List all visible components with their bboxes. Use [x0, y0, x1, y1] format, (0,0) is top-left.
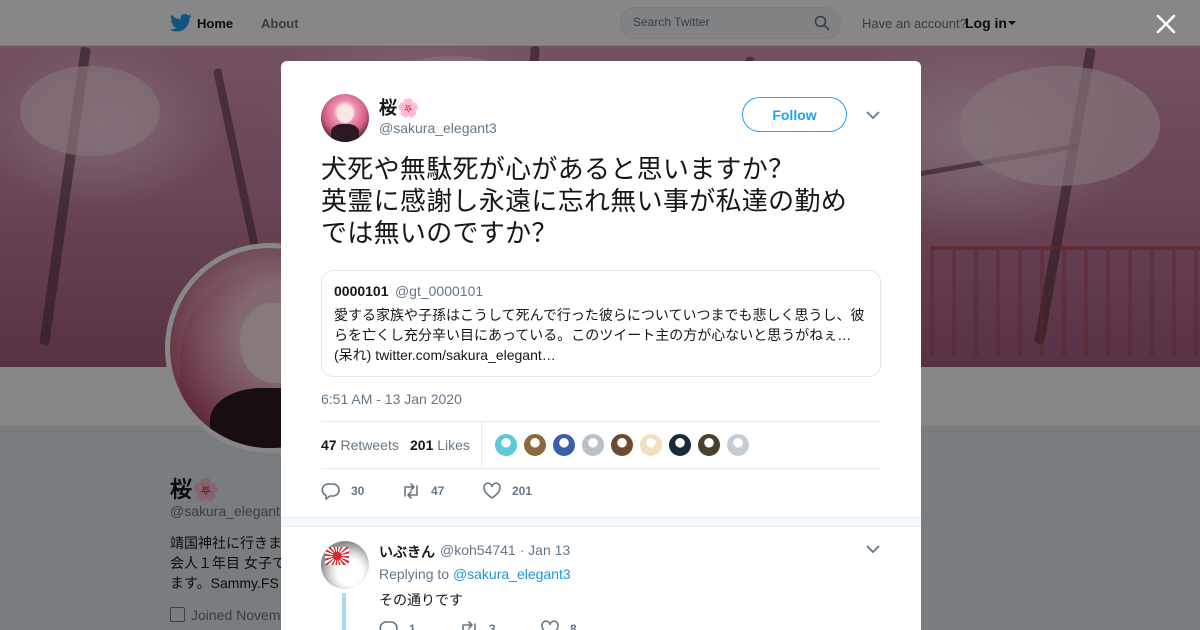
quoted-author-name: 0000101 [334, 283, 389, 299]
reply-button[interactable]: 30 [321, 481, 364, 501]
close-icon[interactable] [1152, 10, 1180, 38]
quoted-text-line: 愛する家族や子孫はこうして死んで行った彼らについていつまでも悲しく思うし、彼 [334, 307, 865, 323]
retweets-stat[interactable]: 47 Retweets [321, 437, 399, 453]
retweet-button[interactable]: 3 [459, 619, 496, 630]
liker-avatar[interactable] [523, 433, 547, 457]
liker-avatar[interactable] [697, 433, 721, 457]
replying-to-link[interactable]: @sakura_elegant3 [453, 566, 571, 582]
liker-avatar[interactable] [494, 433, 518, 457]
likes-stat[interactable]: 201 Likes [410, 437, 470, 453]
retweet-icon [404, 483, 418, 499]
retweets-count: 47 [321, 437, 337, 453]
chevron-down-icon[interactable] [865, 109, 881, 121]
stats-divider [481, 422, 482, 468]
tweet-text: 犬死や無駄死が心があると思いますか？ 英霊に感謝し永遠に忘れ無い事が私達の勤め … [321, 153, 886, 249]
like-count: 201 [512, 484, 533, 498]
heart-icon [483, 482, 501, 499]
reply-count: 30 [351, 484, 365, 498]
reply-author-avatar[interactable] [321, 541, 369, 589]
tweet-text-line: では無いのですか？ [321, 218, 558, 248]
tweet-permalink-modal: 桜🌸 @sakura_elegant3 Follow 犬死や無駄死が心があると思… [281, 61, 921, 630]
retweet-button[interactable]: 47 [401, 481, 444, 501]
reply-author-handle-date[interactable]: @koh54741 · Jan 13 [440, 542, 570, 558]
liker-avatar[interactable] [639, 433, 663, 457]
like-button[interactable]: 201 [482, 481, 532, 501]
reply-author-name[interactable]: いぶきん [379, 542, 435, 562]
heart-icon [541, 620, 559, 630]
follow-button[interactable]: Follow [742, 97, 847, 132]
likes-count: 201 [410, 437, 434, 453]
author-handle[interactable]: @sakura_elegant3 [379, 120, 497, 136]
reply-count: 1 [409, 622, 416, 630]
liker-avatar[interactable] [668, 433, 692, 457]
like-count: 8 [570, 622, 577, 630]
liker-avatar[interactable] [610, 433, 634, 457]
author-name[interactable]: 桜🌸 [379, 94, 419, 120]
reply-icon [321, 483, 340, 500]
thread-line [342, 593, 346, 630]
reply-text: その通りです [379, 592, 463, 608]
reply-icon [379, 621, 398, 630]
liker-avatar[interactable] [726, 433, 750, 457]
retweet-count: 47 [431, 484, 445, 498]
chevron-down-icon[interactable] [865, 543, 881, 555]
liker-avatar[interactable] [581, 433, 605, 457]
quoted-tweet[interactable]: 0000101 @gt_0000101 愛する家族や子孫はこうして死んで行った彼… [321, 270, 881, 377]
reply-button[interactable]: 1 [379, 619, 416, 630]
tweet-actions: 30 47 201 [321, 481, 881, 501]
tweet-text-line: 英霊に感謝し永遠に忘れ無い事が私達の勤め [321, 186, 848, 216]
retweet-icon [462, 621, 476, 630]
tweet-stats: 47 Retweets 201 Likes [321, 421, 881, 469]
quoted-text-line: らを亡くし充分辛い目にあっている。このツイート主の方が心ないと思うがねぇ… [334, 327, 852, 343]
replying-prefix: Replying to [379, 566, 450, 582]
retweet-count: 3 [489, 622, 496, 630]
retweets-label: Retweets [340, 437, 399, 453]
quoted-author-handle: @gt_0000101 [394, 283, 484, 299]
likes-label: Likes [437, 437, 470, 453]
tweet-text-line: 犬死や無駄死が心があると思いますか？ [321, 154, 795, 184]
replies-separator [281, 517, 921, 527]
reply-actions: 1 3 8 [379, 619, 679, 630]
quoted-tweet-header: 0000101 @gt_0000101 [334, 283, 868, 305]
liker-avatar[interactable] [552, 433, 576, 457]
replying-to: Replying to @sakura_elegant3 [379, 566, 571, 582]
tweet-timestamp[interactable]: 6:51 AM - 13 Jan 2020 [321, 391, 462, 407]
like-button[interactable]: 8 [540, 619, 577, 630]
quoted-text-line: (呆れ) twitter.com/sakura_elegant… [334, 347, 556, 363]
author-avatar[interactable] [321, 94, 369, 142]
